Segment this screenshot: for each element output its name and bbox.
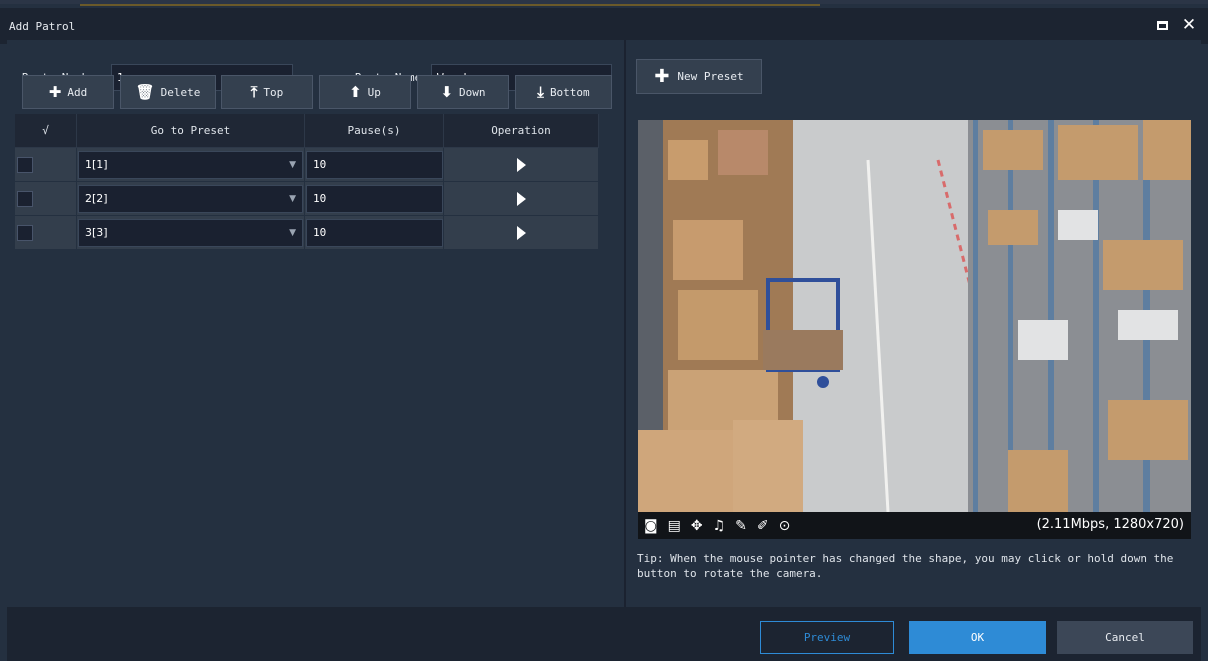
record-clip-icon[interactable]: ▤ [668,518,681,534]
row-checkbox[interactable] [17,156,33,173]
preset-value: 3[3] [85,226,108,239]
move-top-icon: ⤒ [250,83,258,101]
arrow-up-icon: ⬆ [349,83,362,101]
bottom-button-label: Bottom [549,85,590,99]
title-bar: Add Patrol ✕ [0,4,1208,44]
pause-input[interactable]: 10 [306,184,443,213]
camera-live-view[interactable] [638,120,1191,512]
chevron-down-icon: ▼ [289,159,296,170]
mute-icon[interactable]: ✎ [735,518,747,534]
header-operation: Operation [444,114,599,147]
preset-select[interactable]: 2[2] ▼ [78,184,303,213]
table-row: 1[1] ▼ 10 [15,148,599,182]
new-preset-button[interactable]: ✚ New Preset [636,59,762,94]
table-row: 3[3] ▼ 10 [15,216,599,250]
snapshot-icon[interactable]: ◙ [644,518,658,534]
audio-icon[interactable]: ♫ [713,518,726,534]
close-icon[interactable]: ✕ [1180,16,1198,34]
move-bottom-icon: ⤓ [537,83,544,101]
add-button-label: Add [67,85,88,99]
preset-select[interactable]: 1[1] ▼ [78,150,303,179]
row-checkbox[interactable] [17,224,33,241]
pause-input[interactable]: 10 [306,150,443,179]
down-button[interactable]: ⬇ Down [417,75,509,109]
arrow-down-icon: ⬇ [440,83,454,101]
top-button[interactable]: ⤒ Top [221,75,313,109]
header-select-all[interactable]: √ [15,114,77,147]
header-go-to-preset: Go to Preset [77,114,305,147]
maximize-icon[interactable] [1153,16,1171,34]
table-header: √ Go to Preset Pause(s) Operation [15,114,599,148]
bitrate-readout: (2.11Mbps, 1280x720) [1036,517,1184,532]
trash-icon: 🗑 [135,83,155,101]
ptz-tip-text: Tip: When the mouse pointer has changed … [637,552,1174,580]
down-button-label: Down [459,85,486,99]
warehouse-camera-image [638,120,1191,512]
preset-select[interactable]: 3[3] ▼ [78,218,303,247]
header-pause: Pause(s) [305,114,444,147]
play-icon[interactable] [516,191,526,206]
ok-button[interactable]: OK [909,621,1046,654]
delete-button[interactable]: 🗑 Delete [120,75,216,109]
talk-mute-icon[interactable]: ✐ [757,518,769,534]
cancel-button[interactable]: Cancel [1057,621,1193,654]
preset-value: 2[2] [85,192,108,205]
add-button[interactable]: ✚ Add [22,75,114,109]
row-checkbox[interactable] [17,190,33,207]
top-button-label: Top [263,85,284,99]
chevron-down-icon: ▼ [289,227,296,238]
table-row: 2[2] ▼ 10 [15,182,599,216]
chevron-down-icon: ▼ [289,193,296,204]
dialog-title: Add Patrol [9,19,76,33]
new-preset-label: New Preset [677,70,744,83]
pause-input[interactable]: 10 [306,218,443,247]
up-button-label: Up [367,85,381,99]
delete-button-label: Delete [160,85,201,99]
video-control-bar: ◙ ▤ ✥ ♫ ✎ ✐ ⊙ (2.11Mbps, 1280x720) [638,512,1191,539]
play-icon[interactable] [516,157,526,172]
playback-icon[interactable]: ⊙ [779,518,791,534]
play-icon[interactable] [516,225,526,240]
preview-button[interactable]: Preview [760,621,894,654]
patrol-preset-table: √ Go to Preset Pause(s) Operation 1[1] ▼ … [15,114,599,250]
bottom-button[interactable]: ⤓ Bottom [515,75,612,109]
up-button[interactable]: ⬆ Up [319,75,411,109]
ptz-control-icon[interactable]: ✥ [691,518,703,534]
plus-icon: ✚ [48,83,62,101]
plus-icon: ✚ [654,66,670,87]
title-accent-line [80,4,820,6]
preset-value: 1[1] [85,158,108,171]
